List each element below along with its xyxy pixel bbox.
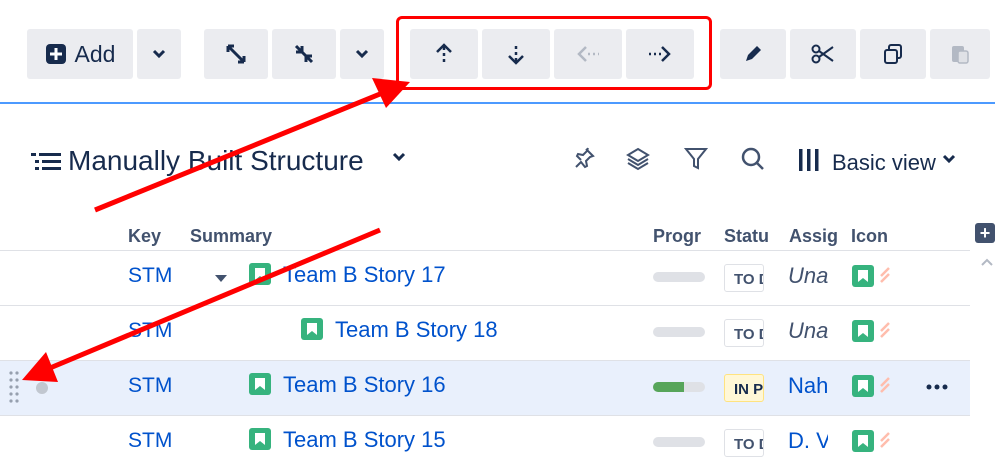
status-lozenge[interactable]: IN PROGRESS — [724, 374, 764, 402]
scroll-up-icon[interactable] — [980, 257, 994, 267]
columns-icon[interactable] — [797, 147, 821, 173]
issue-summary[interactable]: Team B Story 17 — [283, 262, 446, 288]
cut-button[interactable] — [790, 29, 856, 79]
chevron-down-icon — [152, 49, 166, 59]
edit-button[interactable] — [720, 29, 786, 79]
collapse-button[interactable] — [272, 29, 336, 79]
table-row[interactable]: STM Team B Story 15 TO DO D. V — [0, 416, 970, 464]
column-header-key[interactable]: Key — [128, 226, 161, 247]
add-column-button[interactable]: + — [975, 223, 995, 243]
story-icon — [249, 428, 271, 450]
column-header-icons[interactable]: Icon — [851, 226, 899, 247]
pin-icon[interactable] — [572, 146, 596, 170]
assignee[interactable]: Unassigned — [788, 263, 828, 289]
chevron-down-icon — [355, 49, 369, 59]
issue-key[interactable]: STM — [128, 319, 174, 343]
expand-options-button[interactable] — [340, 29, 384, 79]
pencil-icon — [746, 46, 761, 61]
issue-key[interactable]: STM — [128, 374, 174, 398]
table-row-selected[interactable]: STM Team B Story 16 IN PROGRESS Nahla — [0, 361, 970, 416]
issue-key[interactable]: STM — [128, 429, 174, 453]
structure-toolbar: Add — [0, 0, 995, 104]
row-marker — [36, 382, 48, 394]
copy-icon — [884, 44, 902, 64]
column-header-status[interactable]: Statu — [724, 226, 770, 247]
layers-icon[interactable] — [625, 146, 651, 172]
highlight-box — [396, 16, 712, 90]
add-button[interactable]: Add — [27, 29, 133, 79]
issue-summary[interactable]: Team B Story 15 — [283, 427, 446, 453]
column-header-assignee[interactable]: Assig — [789, 226, 837, 247]
priority-icon — [880, 432, 890, 448]
progress-bar — [653, 382, 705, 392]
drag-handle-icon[interactable] — [8, 370, 20, 406]
collapse-caret-icon[interactable] — [214, 274, 228, 283]
column-header-summary[interactable]: Summary — [190, 226, 272, 247]
collapse-icon — [294, 44, 314, 64]
issue-key[interactable]: STM — [128, 264, 174, 288]
add-options-button[interactable] — [137, 29, 181, 79]
search-icon[interactable] — [740, 146, 766, 172]
story-icon — [852, 375, 874, 397]
assignee[interactable]: D. V — [788, 428, 828, 454]
copy-button[interactable] — [860, 29, 926, 79]
story-icon — [249, 263, 271, 285]
table-row[interactable]: STM Team B Story 18 TO DO Unassigned — [0, 306, 970, 361]
chevron-down-icon[interactable] — [942, 154, 956, 164]
story-icon — [852, 265, 874, 287]
status-lozenge[interactable]: TO DO — [724, 264, 764, 292]
structure-list-icon — [31, 153, 61, 170]
chevron-down-icon[interactable] — [392, 152, 406, 162]
table-row[interactable]: STM Team B Story 17 TO DO Unassigned — [0, 251, 970, 306]
priority-icon — [880, 377, 890, 393]
column-header-progress[interactable]: Progr — [653, 226, 707, 247]
assignee[interactable]: Unassigned — [788, 318, 828, 344]
issue-summary[interactable]: Team B Story 18 — [335, 317, 498, 343]
progress-bar — [653, 327, 705, 337]
issue-summary[interactable]: Team B Story 16 — [283, 372, 446, 398]
assignee[interactable]: Nahla — [788, 373, 828, 399]
more-icon[interactable] — [926, 381, 948, 393]
expand-button[interactable] — [204, 29, 268, 79]
add-icon — [45, 44, 66, 64]
story-icon — [301, 318, 323, 340]
priority-icon — [880, 322, 890, 338]
progress-bar — [653, 272, 705, 282]
status-lozenge[interactable]: TO DO — [724, 319, 764, 347]
priority-icon — [880, 267, 890, 283]
paste-button[interactable] — [930, 29, 990, 79]
structure-title[interactable]: Manually Built Structure — [68, 145, 364, 177]
progress-bar — [653, 437, 705, 447]
filter-icon[interactable] — [684, 146, 708, 172]
story-icon — [249, 373, 271, 395]
status-lozenge[interactable]: TO DO — [724, 429, 764, 457]
plus-icon: + — [979, 222, 991, 243]
story-icon — [852, 320, 874, 342]
expand-icon — [226, 44, 246, 64]
structure-header: Manually Built Structure Basic view — [0, 130, 995, 190]
add-button-label: Add — [74, 40, 116, 67]
view-selector[interactable]: Basic view — [832, 150, 936, 176]
scissors-icon — [811, 44, 834, 64]
paste-icon — [952, 46, 969, 64]
story-icon — [852, 430, 874, 452]
